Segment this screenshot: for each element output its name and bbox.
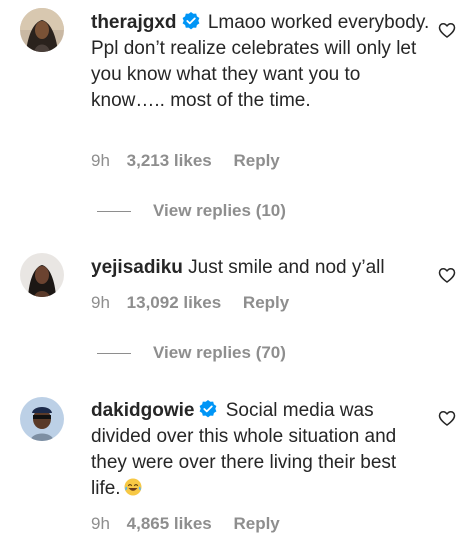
avatar-therajgxd[interactable]: [20, 8, 64, 52]
comment-body: Just smile and nod y’all: [188, 257, 385, 278]
username[interactable]: therajgxd: [91, 12, 177, 33]
comment-text-block: therajgxd Lmaoo worked everybody. Ppl do…: [91, 10, 431, 114]
divider-line: [97, 353, 131, 355]
reply-button[interactable]: Reply: [233, 151, 279, 170]
like-heart-icon[interactable]: [437, 20, 457, 40]
comment-time: 9h: [91, 514, 110, 533]
like-heart-icon[interactable]: [437, 265, 457, 285]
reply-button[interactable]: Reply: [233, 514, 279, 533]
reply-button[interactable]: Reply: [243, 293, 289, 312]
comment-text-block: dakidgowie Social media was divided over…: [91, 398, 431, 502]
view-replies-button[interactable]: View replies (10): [97, 201, 286, 221]
verified-badge-icon: [198, 399, 218, 419]
view-replies-button[interactable]: View replies (70): [97, 343, 286, 363]
divider-line: [97, 211, 131, 213]
comment-time: 9h: [91, 293, 110, 312]
comment-meta: 9h 3,213 likes Reply: [91, 151, 280, 171]
like-count[interactable]: 4,865 likes: [127, 514, 212, 533]
view-replies-label: View replies (70): [153, 343, 286, 362]
comment-time: 9h: [91, 151, 110, 170]
like-count[interactable]: 3,213 likes: [127, 151, 212, 170]
comment-meta: 9h 4,865 likes Reply: [91, 514, 280, 534]
like-count[interactable]: 13,092 likes: [127, 293, 222, 312]
comment-text-block: yejisadiku Just smile and nod y’all: [91, 255, 431, 281]
comment-meta: 9h 13,092 likes Reply: [91, 293, 289, 313]
face-with-tears-of-joy-icon: [123, 477, 143, 497]
avatar-yejisadiku[interactable]: [20, 253, 64, 297]
view-replies-label: View replies (10): [153, 201, 286, 220]
verified-badge-icon: [181, 11, 201, 31]
username[interactable]: dakidgowie: [91, 400, 194, 421]
username[interactable]: yejisadiku: [91, 257, 183, 278]
like-heart-icon[interactable]: [437, 408, 457, 428]
avatar-dakidgowie[interactable]: [20, 397, 64, 441]
